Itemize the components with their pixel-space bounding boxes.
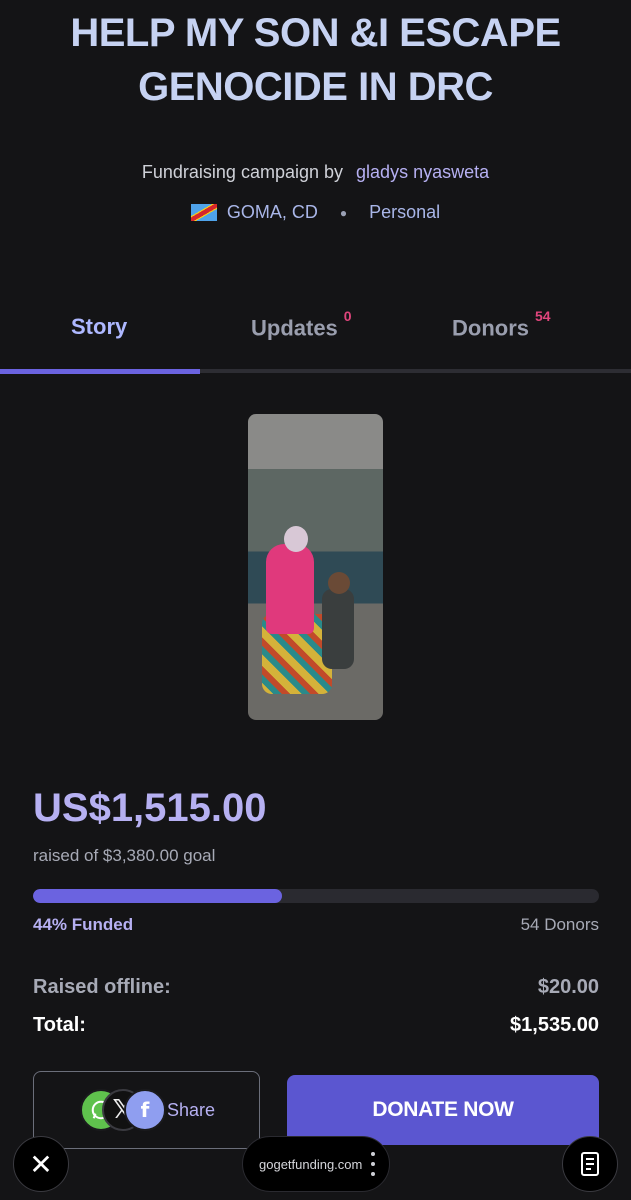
category-link[interactable]: Personal (369, 202, 440, 223)
campaign-photo[interactable] (248, 414, 383, 720)
campaign-title-line2: GENOCIDE IN DRC (138, 65, 493, 109)
reader-glyph (581, 1152, 599, 1176)
campaign-title-line1: HELP MY SON &I ESCAPE (70, 11, 561, 55)
tab-updates-count: 0 (343, 308, 352, 324)
campaign-byline: Fundraising campaign by gladys nyasweta (0, 162, 631, 183)
funding-progress-bar (33, 889, 599, 903)
tab-donors[interactable]: Donors 54 (452, 308, 551, 341)
funding-progress-fill (33, 889, 283, 903)
total-label: Total: (33, 1014, 86, 1036)
share-button[interactable]: 𝕏 f Share (33, 1071, 260, 1149)
donate-now-button[interactable]: DONATE NOW (287, 1075, 599, 1145)
tab-underline (0, 369, 631, 374)
byline-prefix: Fundraising campaign by (141, 162, 344, 182)
tab-story[interactable]: Story (71, 314, 127, 340)
goal-text: raised of $3,380.00 goal (33, 846, 216, 865)
photo-shape (284, 526, 308, 552)
funded-percent: 44% Funded (33, 915, 134, 934)
raised-amount: US$1,515.00 (33, 786, 267, 830)
tab-donors-count: 54 (535, 308, 551, 324)
raised-offline-value: $20.00 (537, 976, 599, 998)
reader-mode-icon[interactable] (562, 1136, 618, 1192)
separator-dot: ● (339, 205, 348, 220)
raised-offline-label: Raised offline: (33, 976, 171, 998)
total-row: Total: $1,535.00 (33, 1014, 599, 1037)
total-value: $1,535.00 (510, 1014, 599, 1036)
donate-label: DONATE NOW (372, 1098, 514, 1121)
close-icon[interactable]: ✕ (13, 1136, 69, 1192)
photo-shape (328, 572, 350, 594)
share-icons: 𝕏 f (80, 1089, 170, 1131)
tab-story-label: Story (71, 314, 128, 339)
tab-updates[interactable]: Updates 0 (251, 308, 352, 341)
donors-count: 54 Donors (520, 915, 599, 934)
drc-flag-icon (190, 204, 217, 221)
campaign-meta: GOMA, CD ● Personal (0, 202, 631, 223)
tab-updates-label: Updates (251, 315, 338, 341)
share-label: Share (167, 1100, 216, 1120)
photo-shape (322, 589, 354, 669)
photo-shape (266, 544, 314, 634)
browser-url: gogetfunding.com (259, 1156, 363, 1172)
raised-offline-row: Raised offline: $20.00 (33, 976, 599, 999)
tab-donors-label: Donors (452, 315, 529, 341)
campaign-title: HELP MY SON &I ESCAPE GENOCIDE IN DRC (0, 6, 631, 114)
location-text[interactable]: GOMA, CD (227, 202, 318, 223)
tab-active-indicator (0, 369, 200, 374)
campaign-tabs: Story Updates 0 Donors 54 (0, 308, 631, 374)
author-link[interactable]: gladys nyasweta (356, 162, 489, 182)
facebook-icon[interactable]: f (124, 1089, 166, 1131)
browser-url-pill[interactable]: gogetfunding.com (242, 1136, 390, 1192)
more-options-icon[interactable] (371, 1152, 375, 1176)
